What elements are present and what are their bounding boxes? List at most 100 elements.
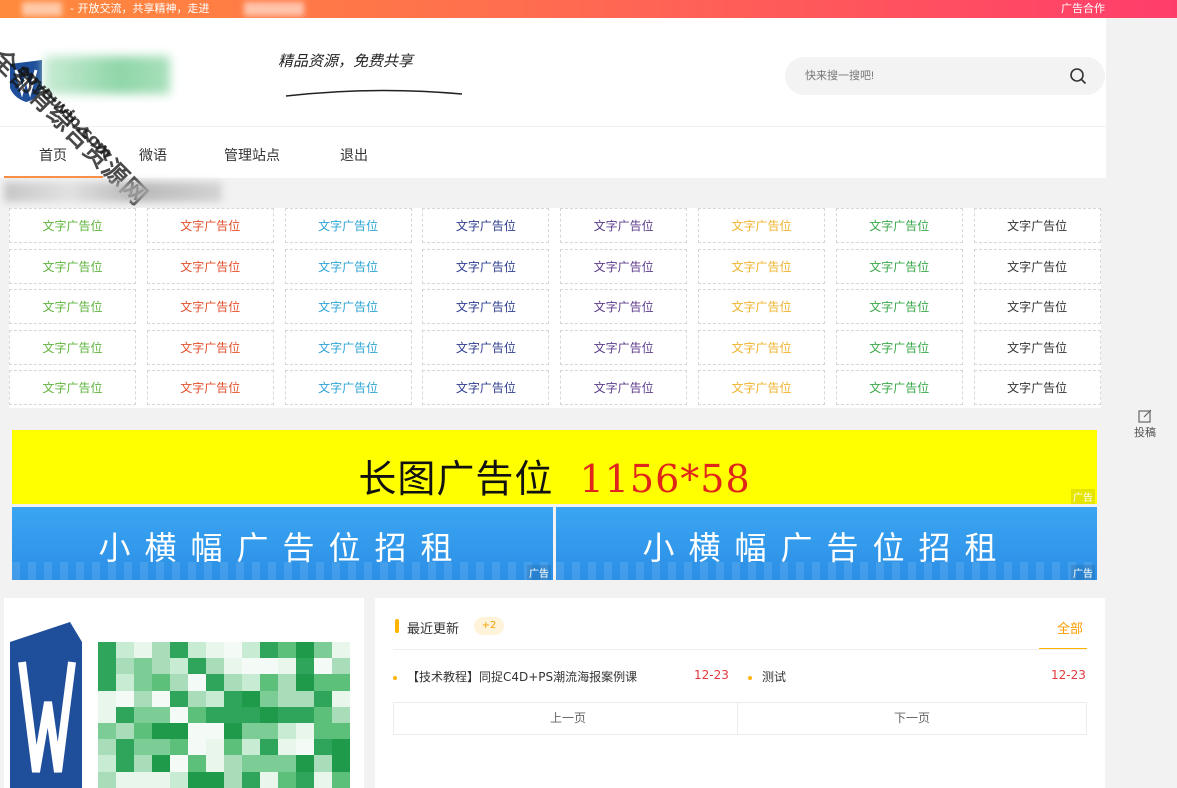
text-ad-cell[interactable]: 文字广告位 (9, 248, 136, 284)
small-banner-ad-tag: 广告 (1071, 565, 1095, 580)
mosaic-tile (332, 658, 350, 676)
nav-item-manage-site[interactable]: 管理站点 (224, 145, 280, 165)
text-ad-cell[interactable]: 文字广告位 (422, 289, 550, 324)
text-ad-cell[interactable]: 文字广告位 (422, 329, 550, 365)
news-item-title[interactable]: 【技术教程】同捉C4D+PS潮流海报案例课 (407, 670, 637, 684)
site-logo-icon[interactable] (6, 58, 46, 104)
search-input[interactable] (805, 57, 1055, 95)
text-ad-cell[interactable]: 文字广告位 (973, 248, 1101, 284)
prev-page-button[interactable]: 上一页 (393, 702, 743, 735)
text-ad-cell[interactable]: 文字广告位 (284, 329, 412, 365)
text-ad-cell[interactable]: 文字广告位 (973, 289, 1101, 324)
featured-image-card[interactable] (4, 598, 364, 788)
text-ad-cell[interactable]: 文字广告位 (284, 208, 412, 243)
text-ad-cell[interactable]: 文字广告位 (698, 208, 825, 243)
mosaic-tile (296, 706, 314, 724)
mosaic-tile (134, 642, 152, 659)
text-ad-cell[interactable]: 文字广告位 (973, 370, 1101, 405)
blurred-announcement (4, 182, 222, 202)
mosaic-tile (278, 739, 296, 757)
ad-cooperation-link[interactable]: 广告合作 (1061, 2, 1105, 16)
blurred-site-name-logo (44, 56, 170, 94)
nav-item-weiyu[interactable]: 微语 (139, 145, 167, 165)
search-box (785, 57, 1105, 95)
mosaic-tile (116, 658, 134, 676)
text-ad-cell[interactable]: 文字广告位 (422, 208, 550, 243)
mosaic-tile (98, 771, 116, 788)
text-ad-cell[interactable]: 文字广告位 (835, 208, 963, 243)
text-ad-cell[interactable]: 文字广告位 (835, 329, 963, 365)
text-ad-cell[interactable]: 文字广告位 (284, 370, 412, 405)
submit-post-button[interactable]: 投稿 (1125, 400, 1165, 450)
mosaic-tile (206, 771, 224, 788)
nav-item-home[interactable]: 首页 (39, 145, 67, 165)
next-page-button[interactable]: 下一页 (737, 702, 1087, 735)
small-banner-ad-right[interactable]: 小横幅广告位招租 广告 (556, 507, 1097, 580)
mosaic-tile (296, 739, 314, 757)
mosaic-tile (242, 658, 260, 676)
mosaic-tile (98, 755, 116, 773)
mosaic-tile (314, 739, 332, 757)
mosaic-tile (206, 658, 224, 676)
blurred-site-name-2 (244, 2, 304, 16)
search-icon[interactable] (1069, 67, 1087, 85)
small-banner-ad-left[interactable]: 小横幅广告位招租 广告 (12, 507, 553, 580)
text-ad-cell[interactable]: 文字广告位 (146, 370, 274, 405)
mosaic-tile (206, 642, 224, 659)
text-ad-cell[interactable]: 文字广告位 (973, 329, 1101, 365)
mosaic-tile (188, 642, 206, 659)
main-nav: 首页 微语 管理站点 退出 (0, 126, 1106, 178)
text-ad-cell[interactable]: 文字广告位 (9, 329, 136, 365)
mosaic-tile (152, 739, 170, 757)
text-ad-cell[interactable]: 文字广告位 (698, 329, 825, 365)
mosaic-tile (260, 723, 278, 740)
mosaic-tile (296, 755, 314, 773)
blurred-mosaic-image (98, 642, 350, 788)
text-ad-cell[interactable]: 文字广告位 (146, 329, 274, 365)
blurred-site-name (22, 2, 62, 16)
text-ad-cell[interactable]: 文字广告位 (560, 329, 688, 365)
mosaic-tile (332, 706, 350, 724)
nav-item-logout[interactable]: 退出 (340, 145, 368, 165)
text-ad-cell[interactable]: 文字广告位 (973, 208, 1101, 243)
section-marker (395, 619, 399, 633)
text-ad-cell[interactable]: 文字广告位 (9, 289, 136, 324)
mosaic-tile (206, 706, 224, 724)
mosaic-tile (242, 739, 260, 757)
mosaic-tile (296, 771, 314, 788)
view-all-link[interactable]: 全部 (1057, 618, 1083, 637)
text-ad-cell[interactable]: 文字广告位 (835, 248, 963, 284)
small-banner-text: 小横幅广告位招租 (642, 529, 1011, 567)
mosaic-tile (296, 674, 314, 692)
news-item[interactable]: 测试 (748, 668, 786, 685)
news-item-title[interactable]: 测试 (762, 670, 786, 684)
text-ad-cell[interactable]: 文字广告位 (560, 370, 688, 405)
text-ad-cell[interactable]: 文字广告位 (146, 289, 274, 324)
mosaic-tile (188, 723, 206, 740)
text-ad-cell[interactable]: 文字广告位 (560, 208, 688, 243)
mosaic-tile (224, 706, 242, 724)
news-item[interactable]: 【技术教程】同捉C4D+PS潮流海报案例课 (393, 668, 637, 685)
text-ad-cell[interactable]: 文字广告位 (835, 370, 963, 405)
text-ad-cell[interactable]: 文字广告位 (835, 289, 963, 324)
text-ad-cell[interactable]: 文字广告位 (560, 248, 688, 284)
mosaic-tile (98, 642, 116, 659)
text-ad-cell[interactable]: 文字广告位 (9, 208, 136, 243)
text-ad-cell[interactable]: 文字广告位 (422, 248, 550, 284)
text-ad-cell[interactable]: 文字广告位 (698, 289, 825, 324)
mosaic-tile (134, 771, 152, 788)
text-ad-cell[interactable]: 文字广告位 (284, 289, 412, 324)
text-ad-cell[interactable]: 文字广告位 (698, 370, 825, 405)
text-ad-cell[interactable]: 文字广告位 (9, 370, 136, 405)
text-ad-cell[interactable]: 文字广告位 (560, 289, 688, 324)
mosaic-tile (152, 723, 170, 740)
mosaic-tile (278, 723, 296, 740)
text-ad-cell[interactable]: 文字广告位 (422, 370, 550, 405)
text-ad-cell[interactable]: 文字广告位 (284, 248, 412, 284)
long-banner-ad[interactable]: 长图广告位 1156*58 广告 (12, 430, 1097, 504)
text-ad-cell[interactable]: 文字广告位 (146, 248, 274, 284)
text-ad-cell[interactable]: 文字广告位 (698, 248, 825, 284)
mosaic-tile (152, 658, 170, 676)
text-ad-cell[interactable]: 文字广告位 (146, 208, 274, 243)
mosaic-tile (224, 755, 242, 773)
